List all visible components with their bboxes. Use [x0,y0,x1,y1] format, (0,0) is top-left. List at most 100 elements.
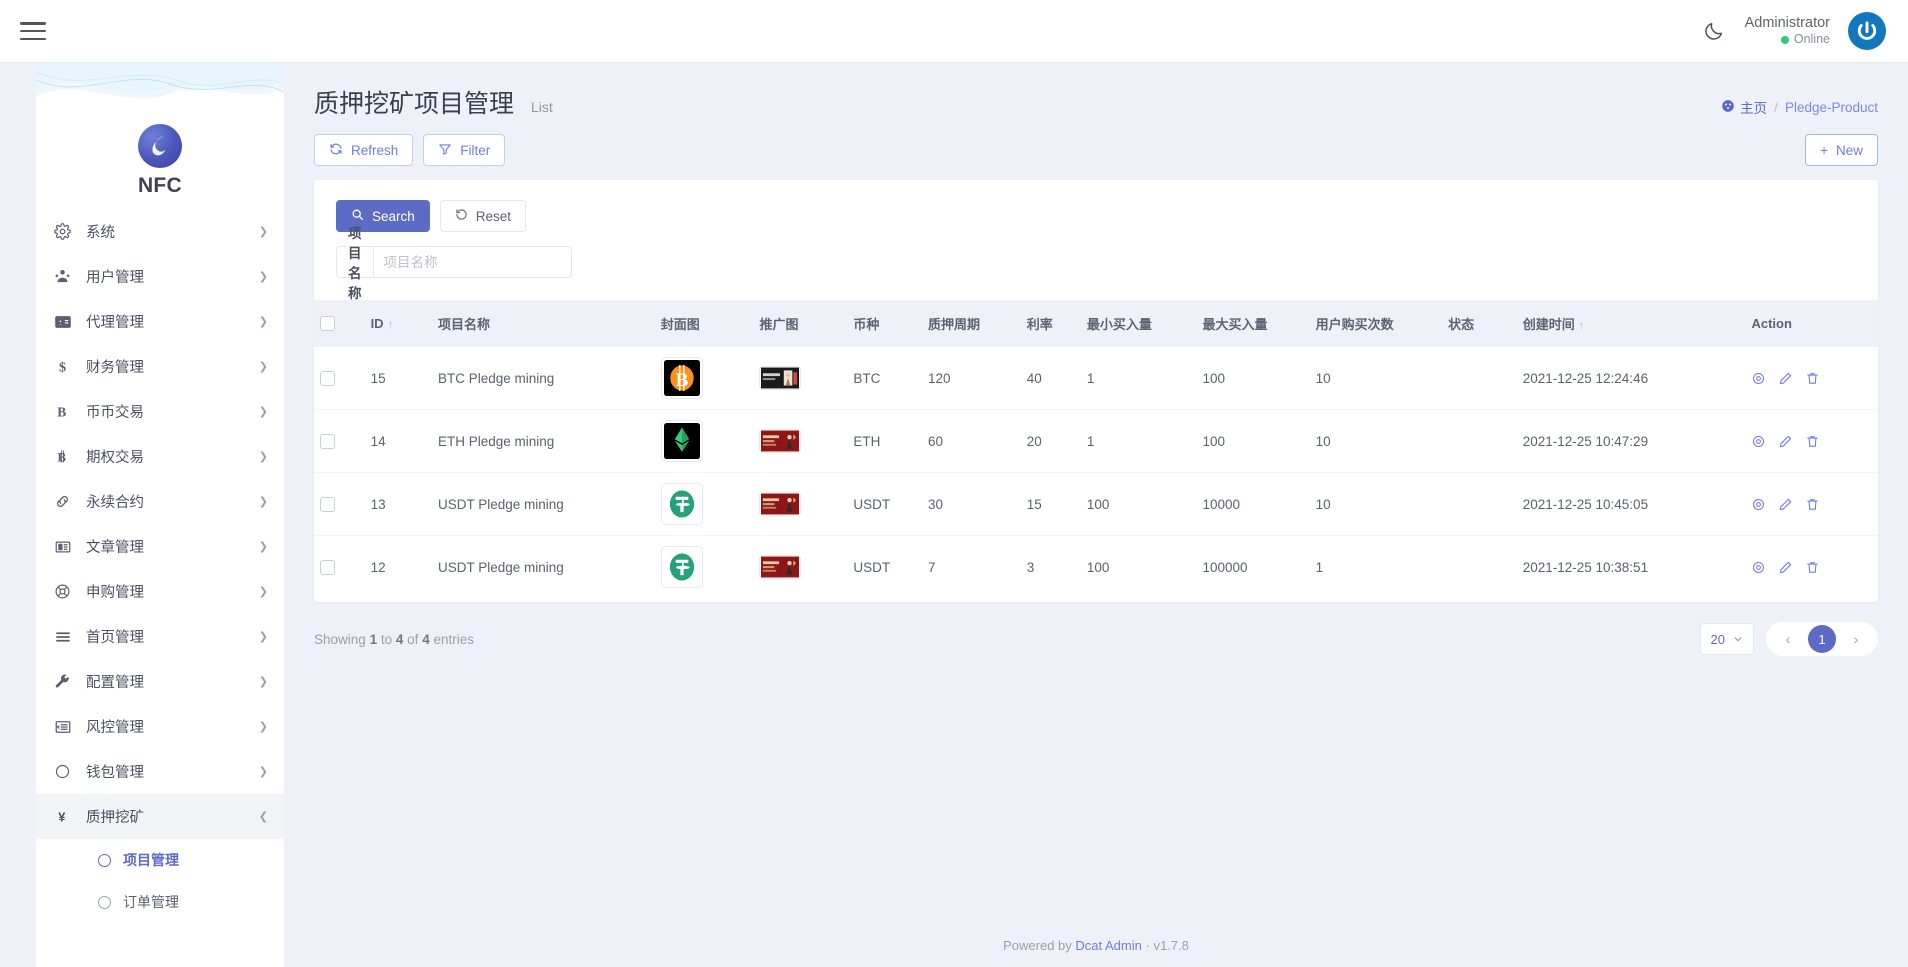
project-name-input[interactable] [373,246,572,278]
edit-icon[interactable] [1778,560,1793,575]
promo-banner-red-icon[interactable] [759,492,801,516]
page-buttons: ‹ 1 › [1766,622,1878,656]
bitcoin-logo-icon[interactable]: B [661,357,703,399]
prev-page-button[interactable]: ‹ [1774,625,1802,653]
sidebar-item-risk-management[interactable]: 风控管理 ❯ [36,704,284,749]
col-id[interactable]: ID↑ [365,300,432,347]
sidebar-item-label: 期权交易 [80,446,259,467]
sidebar-subitem-order-management[interactable]: 订单管理 [36,881,284,923]
edit-icon[interactable] [1778,434,1793,449]
delete-icon[interactable] [1805,371,1820,386]
cell-actions [1745,347,1878,409]
col-promo-image[interactable]: 推广图 [753,300,847,347]
select-all-checkbox[interactable] [320,316,335,331]
sidebar-subitem-label: 订单管理 [123,892,179,912]
promo-banner-red-icon[interactable] [759,555,801,579]
sidebar-item-wallet-management[interactable]: 钱包管理 ❯ [36,749,284,794]
row-checkbox[interactable] [320,434,335,449]
footer-version: v1.7.8 [1153,938,1188,953]
col-project-name[interactable]: 项目名称 [432,300,655,347]
cell-pledge-period: 120 [922,347,1021,409]
sidebar-item-article-management[interactable]: 文章管理 ❯ [36,524,284,569]
cell-project-name: BTC Pledge mining [432,347,655,409]
view-icon[interactable] [1751,560,1766,575]
app-root: Administrator Online [0,0,1908,967]
edit-icon[interactable] [1778,371,1793,386]
edit-icon[interactable] [1778,497,1793,512]
per-page-select[interactable]: 20 [1700,623,1754,655]
sidebar-subitem-project-management[interactable]: 项目管理 [36,839,284,881]
page-1-button[interactable]: 1 [1808,625,1836,653]
breadcrumb: 主页 / Pledge-Product [1721,84,1878,120]
sidebar-item-coin-trading[interactable]: B 币币交易 ❯ [36,389,284,434]
breadcrumb-home-link[interactable]: 主页 [1721,97,1767,117]
sidebar-item-label: 首页管理 [80,626,259,647]
col-created-at[interactable]: 创建时间↑ [1517,300,1746,347]
sidebar: NFC 系统 ❯ 用户管理 ❯ 代理管理 [36,62,284,967]
sidebar-item-pledge-mining[interactable]: ¥ 质押挖矿 ❮ [36,794,284,839]
col-purchase-times[interactable]: 用户购买次数 [1310,300,1442,347]
table-row: 15 BTC Pledge mining B [314,347,1878,409]
delete-icon[interactable] [1805,497,1820,512]
delete-icon[interactable] [1805,560,1820,575]
row-checkbox[interactable] [320,497,335,512]
cell-promo-image [753,535,847,598]
dashboard-icon [1721,99,1735,116]
cell-purchase-times: 10 [1310,472,1442,535]
avatar[interactable] [1848,12,1886,50]
row-checkbox[interactable] [320,560,335,575]
page-subtitle: List [531,99,553,115]
toolbar-left: Refresh Filter [314,134,505,166]
list-indent-icon [54,718,80,736]
reset-button[interactable]: Reset [440,200,526,232]
col-cover-image[interactable]: 封面图 [655,300,754,347]
sidebar-menu: 系统 ❯ 用户管理 ❯ 代理管理 ❯ $ [36,207,284,923]
cell-purchase-times: 10 [1310,409,1442,472]
sidebar-item-perpetual-contract[interactable]: 永续合约 ❯ [36,479,284,524]
next-page-button[interactable]: › [1842,625,1870,653]
cell-id: 13 [365,472,432,535]
table-head: ID↑ 项目名称 封面图 推广图 币种 质押周期 利率 最小买入量 最大买入量 … [314,300,1878,347]
showing-prefix: Showing [314,632,366,647]
view-icon[interactable] [1751,371,1766,386]
refresh-button[interactable]: Refresh [314,134,413,166]
user-name: Administrator [1745,14,1830,32]
row-checkbox[interactable] [320,371,335,386]
sidebar-item-option-trading[interactable]: B 期权交易 ❯ [36,434,284,479]
promo-banner-dark-icon[interactable] [759,366,801,390]
cell-cover-image: B [655,347,754,409]
ethereum-logo-icon[interactable] [661,420,703,462]
col-min-buy[interactable]: 最小买入量 [1081,300,1197,347]
menu-toggle-icon[interactable] [18,19,48,43]
cell-pledge-period: 30 [922,472,1021,535]
sidebar-item-subscription-management[interactable]: 申购管理 ❯ [36,569,284,614]
tether-logo-icon[interactable] [661,483,703,525]
sidebar-item-agent-management[interactable]: 代理管理 ❯ [36,299,284,344]
view-icon[interactable] [1751,497,1766,512]
cell-status [1442,535,1517,598]
showing-total: 4 [422,632,430,647]
col-coin[interactable]: 币种 [847,300,922,347]
sidebar-item-config-management[interactable]: 配置管理 ❯ [36,659,284,704]
sidebar-item-user-management[interactable]: 用户管理 ❯ [36,254,284,299]
col-pledge-period[interactable]: 质押周期 [922,300,1021,347]
sidebar-item-homepage-management[interactable]: 首页管理 ❯ [36,614,284,659]
sidebar-item-system[interactable]: 系统 ❯ [36,209,284,254]
sidebar-item-label: 配置管理 [80,671,259,692]
dcat-admin-link[interactable]: Dcat Admin [1075,938,1141,953]
filter-button[interactable]: Filter [423,134,505,166]
col-id-label: ID [371,316,384,331]
view-icon[interactable] [1751,434,1766,449]
user-info[interactable]: Administrator Online [1745,14,1830,48]
new-button[interactable]: + New [1805,134,1878,166]
delete-icon[interactable] [1805,434,1820,449]
promo-banner-red-icon[interactable] [759,429,801,453]
moon-icon[interactable] [1701,18,1727,44]
sidebar-item-finance-management[interactable]: $ 财务管理 ❯ [36,344,284,389]
cell-coin: ETH [847,409,922,472]
col-rate[interactable]: 利率 [1021,300,1081,347]
col-max-buy[interactable]: 最大买入量 [1196,300,1309,347]
col-status[interactable]: 状态 [1442,300,1517,347]
toolbar: Refresh Filter + New [284,120,1908,166]
tether-logo-icon[interactable] [661,546,703,588]
